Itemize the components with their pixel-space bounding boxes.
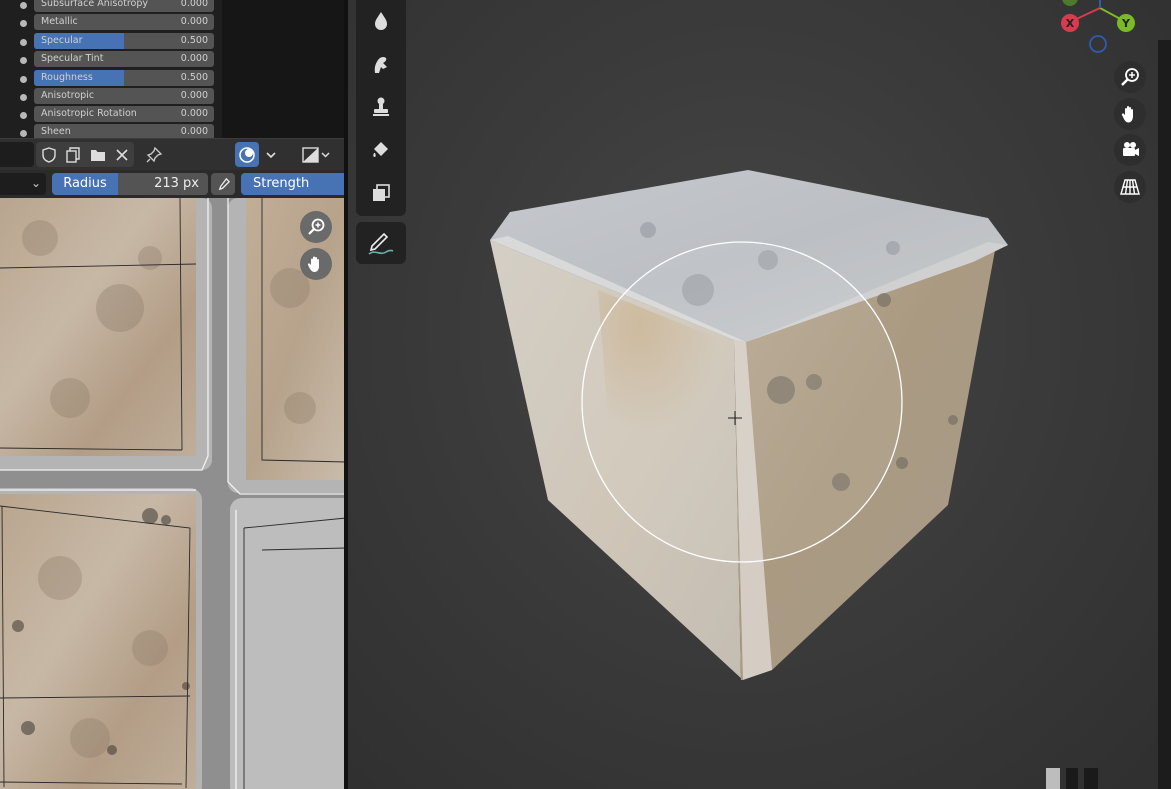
property-label: Anisotropic Rotation xyxy=(41,108,137,119)
paint-toolbar xyxy=(356,0,406,216)
image-editor-header xyxy=(0,138,346,170)
hand-pan-icon[interactable] xyxy=(1114,98,1146,130)
property-label: Roughness xyxy=(41,72,93,83)
fill-bucket-icon[interactable] xyxy=(360,131,402,169)
socket-dot[interactable] xyxy=(20,2,27,9)
sidebar-edge[interactable] xyxy=(1158,40,1171,789)
radius-value-field[interactable]: 213 px xyxy=(118,173,208,195)
property-slider[interactable]: Metallic 0.000 xyxy=(34,14,214,30)
viewport-scroll-indicator xyxy=(1046,768,1098,789)
grid-perspective-icon[interactable] xyxy=(1114,171,1146,203)
uv-texture-map xyxy=(0,198,346,789)
property-row: Subsurface Anisotropy 0.000 xyxy=(0,0,222,14)
camera-icon[interactable] xyxy=(1114,134,1146,166)
axis-neg-y-handle[interactable] xyxy=(1062,0,1078,6)
folder-icon[interactable] xyxy=(86,142,110,167)
axis-gizmo[interactable]: X Y xyxy=(1048,0,1148,60)
property-slider[interactable]: Subsurface Anisotropy 0.000 xyxy=(34,0,214,12)
property-value: 0.000 xyxy=(180,126,208,137)
shield-icon[interactable] xyxy=(37,142,61,167)
image-name-field[interactable] xyxy=(0,142,34,167)
property-value: 0.000 xyxy=(180,0,208,9)
material-properties-panel: Subsurface Anisotropy 0.000 Metallic 0.000 S… xyxy=(0,0,222,138)
property-value: 0.000 xyxy=(180,108,208,119)
socket-dot[interactable] xyxy=(20,94,27,101)
property-slider[interactable]: Anisotropic 0.000 xyxy=(34,88,214,104)
pressure-toggle-icon[interactable] xyxy=(211,173,235,195)
mask-icon[interactable] xyxy=(360,174,402,212)
property-row: Specular Tint 0.000 xyxy=(0,51,222,69)
property-row: Metallic 0.000 xyxy=(0,14,222,32)
brush-radius-circle xyxy=(581,241,903,563)
display-channels-icon[interactable] xyxy=(298,142,334,167)
property-value: 0.500 xyxy=(180,35,208,46)
socket-dot[interactable] xyxy=(20,130,27,137)
pin-icon[interactable] xyxy=(142,142,166,167)
axis-y-label: Y xyxy=(1121,17,1131,30)
property-row: Anisotropic 0.000 xyxy=(0,88,222,106)
radius-label[interactable]: Radius xyxy=(52,173,118,195)
chevron-down-icon[interactable] xyxy=(259,142,283,167)
smear-icon[interactable] xyxy=(360,46,402,84)
property-slider[interactable]: Specular 0.500 xyxy=(34,33,214,49)
property-label: Sheen xyxy=(41,126,71,137)
draw-brush-icon[interactable] xyxy=(356,222,406,264)
property-value: 0.000 xyxy=(180,53,208,64)
soften-drop-icon[interactable] xyxy=(360,2,402,40)
property-label: Metallic xyxy=(41,16,78,27)
overlay-icon[interactable] xyxy=(235,142,259,167)
socket-dot[interactable] xyxy=(20,57,27,64)
uv-image-canvas[interactable] xyxy=(0,198,346,789)
socket-dot[interactable] xyxy=(20,39,27,46)
zoom-icon[interactable] xyxy=(1114,61,1146,93)
close-icon[interactable] xyxy=(110,142,134,167)
property-slider[interactable]: Roughness 0.500 xyxy=(34,70,214,86)
axis-neg-z-handle[interactable] xyxy=(1089,35,1107,53)
property-label: Subsurface Anisotropy xyxy=(41,0,149,9)
socket-dot[interactable] xyxy=(20,112,27,119)
property-row: Anisotropic Rotation 0.000 xyxy=(0,106,222,124)
property-slider[interactable]: Specular Tint 0.000 xyxy=(34,51,214,67)
axis-x-label: X xyxy=(1066,17,1075,30)
property-slider[interactable]: Sheen 0.000 xyxy=(34,124,214,138)
clone-stamp-icon[interactable] xyxy=(360,88,402,126)
property-row: Roughness 0.500 xyxy=(0,70,222,88)
tool-settings-bar: ⌄ Radius 213 px Strength xyxy=(0,170,346,198)
socket-dot[interactable] xyxy=(20,76,27,83)
property-label: Anisotropic xyxy=(41,90,95,101)
strength-label[interactable]: Strength xyxy=(241,173,346,195)
property-value: 0.500 xyxy=(180,72,208,83)
chevron-down-icon: ⌄ xyxy=(30,176,41,190)
property-value: 0.000 xyxy=(180,90,208,101)
socket-dot[interactable] xyxy=(20,20,27,27)
property-label: Specular Tint xyxy=(41,53,104,64)
brush-dropdown[interactable]: ⌄ xyxy=(0,173,46,195)
3d-viewport[interactable]: X Y xyxy=(348,0,1171,789)
property-row: Specular 0.500 xyxy=(0,33,222,51)
property-row: Sheen 0.000 xyxy=(0,124,222,138)
zoom-icon[interactable] xyxy=(300,211,332,243)
property-value: 0.000 xyxy=(180,16,208,27)
property-label: Specular xyxy=(41,35,83,46)
textured-cube xyxy=(490,170,1008,680)
hand-pan-icon[interactable] xyxy=(300,248,332,280)
property-slider[interactable]: Anisotropic Rotation 0.000 xyxy=(34,106,214,122)
duplicate-icon[interactable] xyxy=(61,142,85,167)
properties-empty-area xyxy=(222,0,346,138)
